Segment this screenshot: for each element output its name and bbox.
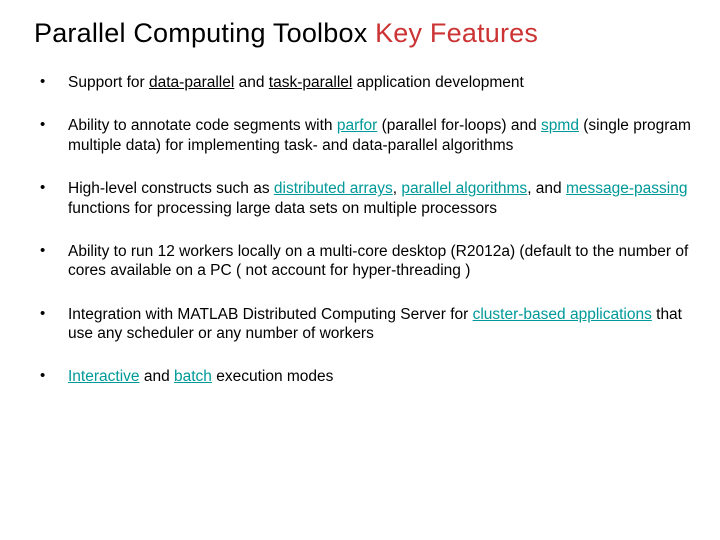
text-segment: batch <box>174 368 212 385</box>
bullet-item: Ability to annotate code segments with p… <box>34 116 692 155</box>
text-segment: functions for processing large data sets… <box>68 200 497 217</box>
title-plain: Parallel Computing Toolbox <box>34 18 375 48</box>
bullet-item: Ability to run 12 workers locally on a m… <box>34 242 692 281</box>
bullet-item: Support for data-parallel and task-paral… <box>34 73 692 92</box>
text-segment: Interactive <box>68 368 140 385</box>
text-segment: (parallel for-loops) and <box>377 117 541 134</box>
text-segment: Support for <box>68 74 149 91</box>
bullet-item: High-level constructs such as distribute… <box>34 179 692 218</box>
text-segment: parfor <box>337 117 378 134</box>
bullet-item: Interactive and batch execution modes <box>34 367 692 386</box>
text-segment: spmd <box>541 117 579 134</box>
text-segment: task-parallel <box>269 74 353 91</box>
slide: Parallel Computing Toolbox Key Features … <box>0 0 720 540</box>
text-segment: data-parallel <box>149 74 234 91</box>
text-segment: execution modes <box>212 368 334 385</box>
text-segment: and <box>234 74 268 91</box>
title-accent: Key Features <box>375 18 538 48</box>
text-segment: High-level constructs such as <box>68 180 274 197</box>
text-segment: Ability to run 12 workers locally on a m… <box>68 243 688 279</box>
text-segment: Integration with MATLAB Distributed Comp… <box>68 306 473 323</box>
text-segment: message-passing <box>566 180 687 197</box>
text-segment: distributed arrays <box>274 180 393 197</box>
text-segment: application development <box>352 74 523 91</box>
text-segment: and <box>140 368 174 385</box>
bullet-item: Integration with MATLAB Distributed Comp… <box>34 305 692 344</box>
text-segment: parallel algorithms <box>401 180 527 197</box>
slide-title: Parallel Computing Toolbox Key Features <box>34 18 692 49</box>
text-segment: , and <box>527 180 566 197</box>
text-segment: Ability to annotate code segments with <box>68 117 337 134</box>
bullet-list: Support for data-parallel and task-paral… <box>34 73 692 387</box>
text-segment: cluster-based applications <box>473 306 652 323</box>
